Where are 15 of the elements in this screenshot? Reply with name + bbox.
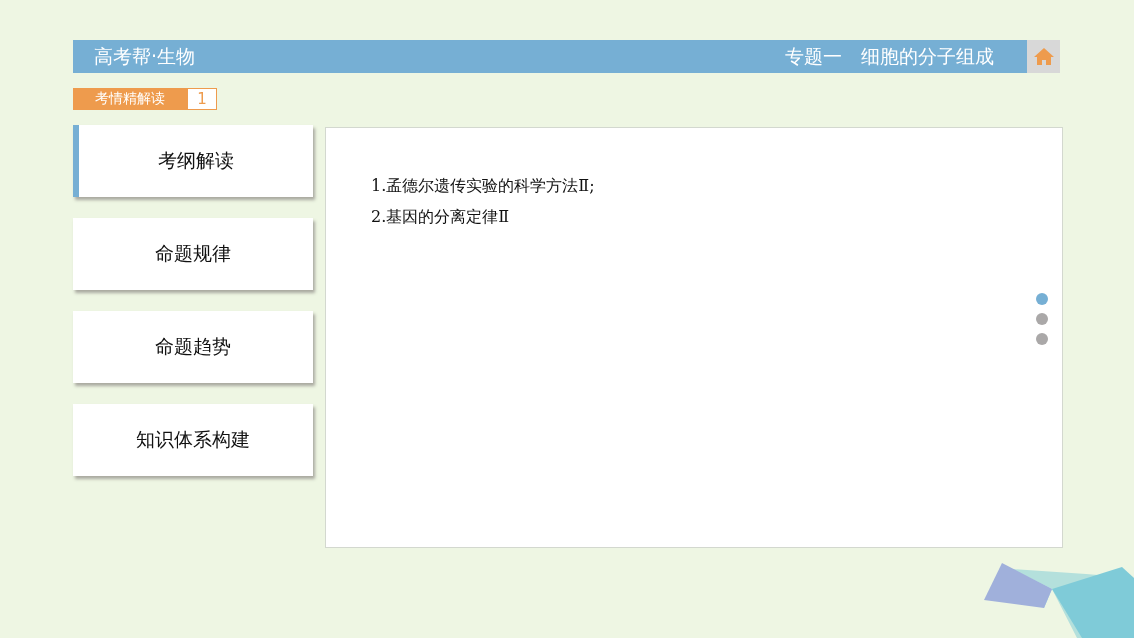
sidebar-item[interactable]: 命题规律 [73, 218, 313, 290]
content-line: 2.基因的分离定律Ⅱ [371, 207, 511, 228]
section-number: 1 [187, 88, 217, 110]
sidebar-item[interactable]: 命题趋势 [73, 311, 313, 383]
home-icon [1033, 48, 1054, 65]
content-line: 1.孟德尔遗传实验的科学方法Ⅱ; [371, 176, 596, 197]
sidebar-item[interactable]: 知识体系构建 [73, 404, 313, 476]
section-tag: 考情精解读 [73, 88, 187, 110]
page-dot[interactable] [1036, 313, 1048, 325]
home-button[interactable] [1027, 40, 1060, 73]
page-dot[interactable] [1036, 333, 1048, 345]
sidebar-item[interactable]: 考纲解读 [73, 125, 313, 197]
chapter-title: 专题一 细胞的分子组成 [785, 43, 994, 69]
page-dot[interactable] [1036, 293, 1048, 305]
app-title: 高考帮·生物 [94, 43, 196, 69]
